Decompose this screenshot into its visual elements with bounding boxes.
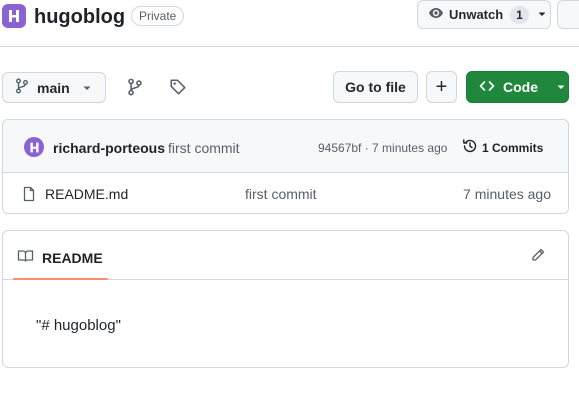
unwatch-button[interactable]: Unwatch 1 xyxy=(417,0,551,29)
avatar[interactable] xyxy=(24,137,44,157)
code-icon xyxy=(479,78,495,97)
branch-label: main xyxy=(37,79,70,96)
latest-commit-bar: richard-porteous first commit 94567bf · … xyxy=(3,120,568,173)
file-icon xyxy=(21,186,37,207)
go-to-file-button[interactable]: Go to file xyxy=(333,71,418,103)
commit-author[interactable]: richard-porteous xyxy=(53,140,165,156)
active-tab-indicator xyxy=(13,278,108,280)
branches-icon[interactable] xyxy=(126,78,144,96)
table-row[interactable]: README.md first commit 7 minutes ago xyxy=(3,174,568,213)
code-button[interactable]: Code xyxy=(466,71,569,103)
pencil-icon[interactable] xyxy=(530,247,546,268)
branch-selector[interactable]: main xyxy=(2,72,106,103)
chevron-down-icon xyxy=(82,80,92,96)
file-commit-message[interactable]: first commit xyxy=(245,186,317,202)
visibility-badge: Private xyxy=(131,6,185,26)
code-label: Code xyxy=(503,79,538,95)
commit-message[interactable]: first commit xyxy=(168,140,240,156)
repo-name[interactable]: hugoblog xyxy=(34,4,125,30)
unwatch-label: Unwatch xyxy=(449,7,504,22)
branch-icon xyxy=(15,78,29,97)
commit-sha-time[interactable]: 94567bf · 7 minutes ago xyxy=(318,141,447,155)
commits-count: 1 Commits xyxy=(482,140,544,155)
chevron-down-icon xyxy=(537,7,547,22)
readme-panel: README "# hugoblog" xyxy=(2,230,569,368)
commits-link[interactable]: 1 Commits xyxy=(462,138,543,157)
add-file-button[interactable]: + xyxy=(426,71,457,103)
book-icon xyxy=(17,248,34,267)
readme-tab-label: README xyxy=(42,249,103,266)
watch-count: 1 xyxy=(510,5,529,24)
file-browser: richard-porteous first commit 94567bf · … xyxy=(2,119,569,214)
history-icon xyxy=(462,138,478,157)
chevron-down-icon xyxy=(556,79,566,95)
readme-content: "# hugoblog" xyxy=(36,317,121,334)
eye-icon xyxy=(428,5,444,24)
file-name[interactable]: README.md xyxy=(45,186,128,202)
file-age: 7 minutes ago xyxy=(463,186,551,202)
fork-button[interactable] xyxy=(557,0,579,29)
tab-readme[interactable]: README xyxy=(17,248,103,267)
header-divider xyxy=(0,46,579,47)
tag-icon[interactable] xyxy=(169,78,187,96)
repo-avatar xyxy=(2,4,26,28)
